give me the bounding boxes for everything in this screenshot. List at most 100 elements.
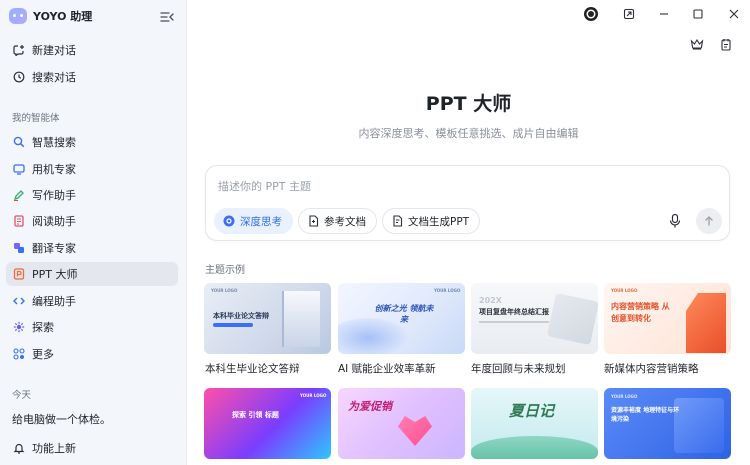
sidebar-item-ppt-master[interactable]: PPT 大师 — [6, 262, 178, 286]
deep-think-icon — [223, 215, 235, 227]
sidebar-item-reading[interactable]: 阅读助手 — [6, 209, 178, 233]
example-title[interactable]: 本科生毕业论文答辩 — [205, 361, 300, 376]
history-item[interactable]: 给电脑做一个体检。 — [6, 407, 178, 431]
pen-icon — [12, 189, 25, 202]
sidebar-item-explore[interactable]: 探索 — [6, 315, 178, 339]
thumb-line — [479, 321, 549, 323]
thumb-logo: YOUR LOGO — [434, 288, 461, 293]
prompt-input-box[interactable]: 描述你的 PPT 主题 深度思考 参考文档 文档生成PPT — [205, 165, 730, 241]
reference-document-button[interactable]: 参考文档 — [298, 208, 377, 234]
thumb-title: 本科毕业论文答辩 — [213, 312, 269, 320]
microphone-icon[interactable] — [667, 213, 683, 229]
sidebar-item-more[interactable]: 更多 — [6, 342, 178, 366]
sidebar-item-smart-search[interactable]: 智慧搜索 — [6, 130, 178, 154]
today-section-label: 今天 — [12, 390, 32, 401]
arrow-up-icon — [705, 216, 713, 226]
page-title: PPT 大师 — [425, 93, 512, 115]
sidebar-item-label: 写作助手 — [32, 189, 76, 202]
crown-icon[interactable] — [689, 36, 705, 52]
sidebar-item-label: 探索 — [32, 321, 54, 334]
page-subtitle: 内容深度思考、模板任意挑选、成片自由编辑 — [358, 127, 579, 140]
example-title[interactable]: 年度回顾与未来规划 — [471, 361, 566, 376]
collapse-sidebar-icon[interactable] — [160, 8, 174, 22]
sidebar-item-writing[interactable]: 写作助手 — [6, 183, 178, 207]
main-panel: PPT 大师 内容深度思考、模板任意挑选、成片自由编辑 描述你的 PPT 主题 … — [187, 0, 750, 465]
example-card-ai[interactable]: YOUR LOGO 创新之光 领航未来 — [338, 283, 465, 354]
yoyo-logo-icon — [9, 8, 27, 24]
sidebar-item-search-chats[interactable]: 搜索对话 — [6, 65, 178, 89]
phone-icon — [12, 163, 25, 176]
ppt-icon — [12, 268, 25, 281]
app-name: YOYO 助理 — [33, 10, 93, 23]
example-card-promo[interactable]: 为爱促销 — [338, 388, 465, 459]
chip-label: 参考文档 — [324, 215, 366, 228]
thumb-logo: YOUR LOGO — [611, 394, 638, 399]
sidebar-item-phone-expert[interactable]: 用机专家 — [6, 157, 178, 181]
shape-graphic — [674, 398, 724, 453]
document-icon — [12, 215, 25, 228]
example-card-explore[interactable]: YOUR LOGO 探索 引领 标题 — [204, 388, 331, 459]
building-graphic — [282, 291, 320, 347]
app-window: YOYO 助理 新建对话 搜索对话 我的智能体 智慧搜索 用机专家 写作助手 阅… — [0, 0, 750, 465]
thumb-year: 202X — [479, 296, 502, 305]
history-icon — [12, 71, 25, 84]
sidebar-item-label: 搜索对话 — [32, 71, 76, 84]
prompt-input[interactable]: 描述你的 PPT 主题 — [218, 178, 311, 194]
sidebar-item-label: PPT 大师 — [32, 268, 78, 281]
code-icon — [12, 295, 25, 308]
doc-to-ppt-button[interactable]: 文档生成PPT — [382, 208, 481, 234]
new-chat-icon — [12, 44, 25, 57]
close-icon[interactable] — [726, 6, 742, 22]
thumb-logo: YOUR LOGO — [211, 288, 238, 293]
shape-graphic — [546, 292, 598, 346]
sidebar-item-label: 阅读助手 — [32, 215, 76, 228]
explore-icon — [12, 321, 25, 334]
sidebar-item-translate[interactable]: 翻译专家 — [6, 236, 178, 260]
lotus-leaf-graphic — [471, 436, 598, 459]
example-card-summer[interactable]: 夏日记 — [471, 388, 598, 459]
thumb-bar — [213, 323, 253, 327]
deep-think-toggle[interactable]: 深度思考 — [214, 208, 293, 234]
thumb-title: 为爱促销 — [348, 400, 392, 413]
example-card-geography[interactable]: YOUR LOGO 资源丰裕度 地理特征与环境污染 — [604, 388, 731, 459]
chip-label: 深度思考 — [240, 215, 282, 228]
history-item-label: 给电脑做一个体检。 — [12, 413, 111, 426]
brand: YOYO 助理 — [9, 6, 92, 26]
example-card-thesis[interactable]: YOUR LOGO 本科毕业论文答辩 — [204, 283, 331, 354]
sidebar-item-label: 更多 — [32, 348, 54, 361]
thumb-logo: YOUR LOGO — [611, 288, 638, 293]
thumb-title: 资源丰裕度 地理特征与环境污染 — [611, 407, 680, 423]
sidebar-item-label: 新建对话 — [32, 44, 76, 57]
sidebar-item-label: 功能上新 — [32, 442, 76, 455]
search-icon — [12, 136, 25, 149]
sidebar-item-label: 智慧搜索 — [32, 136, 76, 149]
sidebar-item-label: 翻译专家 — [32, 242, 76, 255]
sidebar-item-coding[interactable]: 编程助手 — [6, 289, 178, 313]
sidebar-item-whats-new[interactable]: 功能上新 — [6, 436, 178, 460]
example-card-annual[interactable]: 202X 项目复盘年终总结汇报 — [471, 283, 598, 354]
chip-label: 文档生成PPT — [408, 215, 470, 228]
example-card-marketing[interactable]: YOUR LOGO 内容营销策略 从创意到转化 — [604, 283, 731, 354]
example-title[interactable]: AI 赋能企业效率革新 — [338, 361, 436, 376]
sidebar: YOYO 助理 新建对话 搜索对话 我的智能体 智慧搜索 用机专家 写作助手 阅… — [0, 0, 187, 465]
thumb-logo: YOUR LOGO — [300, 393, 327, 398]
attach-document-icon — [307, 215, 319, 227]
sidebar-item-label: 编程助手 — [32, 295, 76, 308]
pin-window-icon[interactable] — [621, 6, 637, 22]
thumb-title: 探索 引领 标题 — [232, 411, 279, 419]
notes-icon[interactable] — [718, 36, 734, 52]
sidebar-item-new-chat[interactable]: 新建对话 — [6, 38, 178, 62]
heart-graphic — [398, 416, 432, 446]
maximize-icon[interactable] — [690, 6, 706, 22]
shape-graphic — [686, 293, 726, 353]
examples-section-label: 主题示例 — [205, 265, 245, 276]
grid-icon — [12, 348, 25, 361]
bell-icon — [12, 442, 25, 455]
example-title[interactable]: 新媒体内容营销策略 — [604, 361, 699, 376]
translate-icon — [12, 242, 25, 255]
minimize-icon[interactable] — [656, 6, 672, 22]
avatar-icon[interactable] — [582, 5, 600, 23]
doc-to-ppt-icon — [391, 215, 403, 227]
thumb-title: 内容营销策略 从创意到转化 — [611, 302, 670, 323]
send-button[interactable] — [696, 208, 722, 234]
